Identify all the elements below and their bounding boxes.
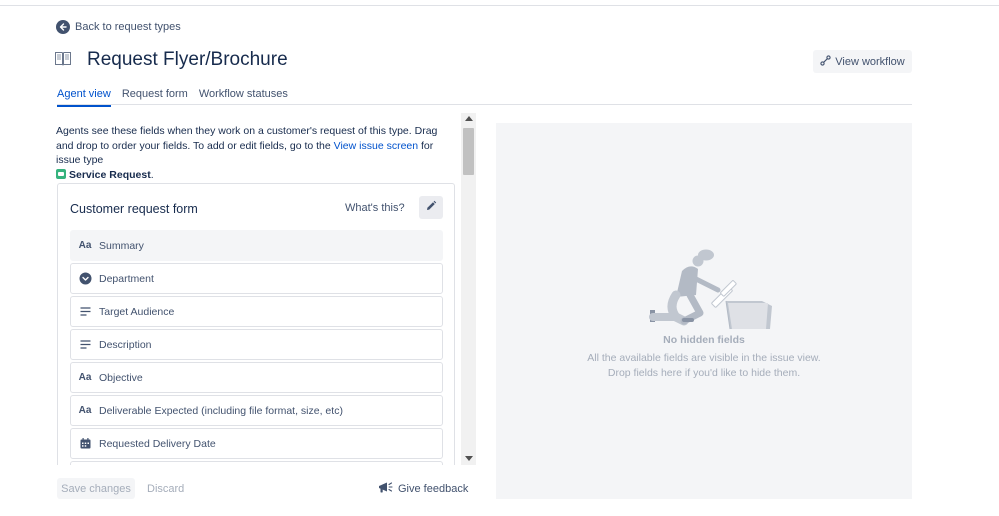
- select-icon: [71, 272, 99, 285]
- scroll-thumb[interactable]: [463, 128, 474, 175]
- tabs-divider: [57, 104, 912, 105]
- field-objective[interactable]: Aa Objective: [70, 362, 443, 393]
- field-partial[interactable]: [70, 461, 443, 465]
- field-deliverable-expected[interactable]: Aa Deliverable Expected (including file …: [70, 395, 443, 426]
- scroll-down-arrow-icon[interactable]: [465, 456, 473, 461]
- back-to-request-types-link[interactable]: Back to request types: [56, 20, 181, 34]
- view-workflow-label: View workflow: [835, 55, 905, 68]
- discard-button[interactable]: Discard: [147, 478, 184, 499]
- intro-text: Agents see these fields when they work o…: [56, 124, 451, 182]
- field-target-audience[interactable]: Target Audience: [70, 296, 443, 327]
- field-label: Department: [99, 272, 154, 285]
- hidden-fields-dropzone[interactable]: No hidden fields All the available field…: [496, 123, 912, 499]
- field-label: Deliverable Expected (including file for…: [99, 404, 343, 417]
- service-request-icon: [56, 168, 66, 179]
- field-label: Target Audience: [99, 305, 175, 318]
- text-icon: Aa: [78, 240, 92, 251]
- card-title: Customer request form: [70, 202, 198, 216]
- field-summary[interactable]: Aa Summary: [70, 230, 443, 261]
- view-issue-screen-link[interactable]: View issue screen: [334, 140, 418, 152]
- text-icon: Aa: [78, 405, 92, 416]
- agent-view-panel: Agents see these fields when they work o…: [53, 113, 477, 465]
- whats-this-link[interactable]: What's this?: [345, 202, 405, 214]
- intro-text-end: .: [150, 168, 154, 181]
- book-icon: [53, 49, 73, 71]
- issue-type-label: Service Request: [69, 168, 151, 181]
- text-icon: Aa: [78, 372, 92, 383]
- empty-state-description: All the available fields are visible in …: [496, 351, 912, 380]
- field-label: Objective: [99, 371, 143, 384]
- empty-state-line-2: Drop fields here if you'd like to hide t…: [607, 366, 801, 379]
- back-link-label: Back to request types: [75, 21, 181, 33]
- empty-state-illustration: [646, 245, 776, 338]
- empty-state-title: No hidden fields: [663, 334, 745, 346]
- arrow-left-icon: [56, 20, 70, 34]
- field-description[interactable]: Description: [70, 329, 443, 360]
- field-label: Description: [99, 338, 152, 351]
- page-header: Request Flyer/Brochure: [53, 49, 288, 71]
- view-workflow-button[interactable]: View workflow: [813, 50, 912, 73]
- customer-request-form-card: Customer request form What's this? Aa Su…: [57, 183, 455, 465]
- give-feedback-button[interactable]: Give feedback: [378, 478, 468, 499]
- vertical-scrollbar[interactable]: [461, 113, 476, 465]
- calendar-icon: [71, 438, 99, 449]
- scroll-up-arrow-icon[interactable]: [465, 116, 473, 121]
- empty-state-line-1: All the available fields are visible in …: [587, 352, 821, 364]
- field-label: Requested Delivery Date: [99, 437, 216, 450]
- page-title: Request Flyer/Brochure: [87, 49, 288, 70]
- give-feedback-label: Give feedback: [398, 482, 469, 495]
- pencil-icon: [425, 200, 437, 215]
- megaphone-icon: [378, 481, 393, 497]
- field-department[interactable]: Department: [70, 263, 443, 294]
- field-label: Summary: [99, 239, 144, 252]
- edit-form-button[interactable]: [419, 196, 443, 219]
- save-changes-button[interactable]: Save changes: [57, 478, 135, 499]
- paragraph-icon: [71, 340, 99, 349]
- field-requested-delivery-date[interactable]: Requested Delivery Date: [70, 428, 443, 459]
- workflow-icon: [820, 54, 831, 69]
- top-divider: [0, 5, 999, 6]
- paragraph-icon: [71, 307, 99, 316]
